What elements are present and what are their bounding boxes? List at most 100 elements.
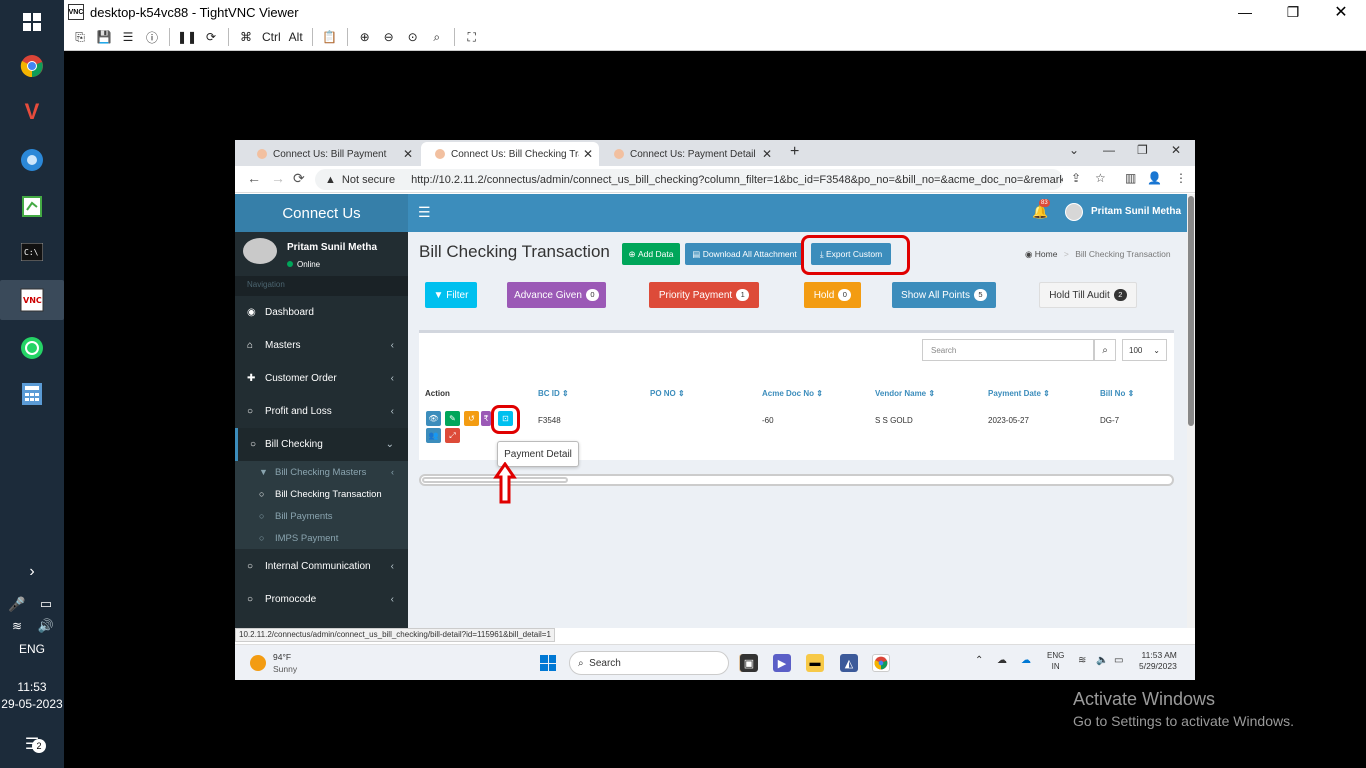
info-icon[interactable]: ⓘ <box>142 27 162 47</box>
rupee-icon[interactable]: ₹ <box>481 411 491 426</box>
tab-close-icon[interactable]: ✕ <box>762 147 772 161</box>
advance-given-button[interactable]: Advance Given 0 <box>507 282 606 308</box>
col-header-po-no[interactable]: PO NO ⇕ <box>650 389 685 398</box>
wifi-icon[interactable]: ≋ <box>6 606 28 646</box>
page-size-select[interactable]: 100 ⌄ <box>1122 339 1167 361</box>
chrome-taskbar-icon[interactable] <box>872 654 890 672</box>
sidebar-sub-bill-payments[interactable]: ○ Bill Payments <box>235 505 408 527</box>
sidepanel-icon[interactable]: ▥ <box>1125 171 1136 185</box>
fullscreen-icon[interactable]: ⛶ <box>462 27 482 47</box>
start-icon[interactable] <box>540 655 556 671</box>
sidebar-item-masters[interactable]: ⌂ Masters ‹ <box>235 329 408 362</box>
edit-icon[interactable]: ✎ <box>445 411 460 426</box>
col-header-payment-date[interactable]: Payment Date ⇕ <box>988 389 1050 398</box>
browser-restore-button[interactable]: ❐ <box>1137 143 1148 157</box>
volume-icon[interactable]: 🔊 <box>34 606 58 646</box>
vlc-app-icon[interactable]: V <box>12 92 52 132</box>
whatsapp-icon[interactable] <box>12 328 52 368</box>
sidebar-item-internal-communication[interactable]: ○ Internal Communication ‹ <box>235 550 408 583</box>
task-view-icon[interactable]: ▣ <box>740 654 758 672</box>
tab-close-icon[interactable]: ✕ <box>403 147 413 161</box>
chrome-icon[interactable] <box>12 46 52 86</box>
weather-temp[interactable]: 94°F <box>273 652 291 662</box>
horizontal-scrollbar[interactable] <box>419 474 1174 486</box>
browser-minimize-button[interactable]: — <box>1103 143 1115 157</box>
refresh-icon[interactable]: ⟳ <box>201 27 221 47</box>
add-data-button[interactable]: ⊕ Add Data <box>622 243 680 265</box>
tab-payment-detail[interactable]: Connect Us: Payment Detail ✕ <box>600 142 778 166</box>
save-icon[interactable]: 💾 <box>94 27 114 47</box>
sidebar-sub-bill-checking-masters[interactable]: ▼ Bill Checking Masters ‹ <box>235 461 408 483</box>
sidebar-item-customer-order[interactable]: ✚ Customer Order ‹ <box>235 362 408 395</box>
ctrl-alt-del-icon[interactable]: ⌘ <box>236 27 256 47</box>
new-tab-button[interactable]: + <box>790 143 799 161</box>
new-connection-icon[interactable]: ⎘ <box>70 27 90 47</box>
pause-icon[interactable]: ❚❚ <box>177 27 197 47</box>
weather-desc[interactable]: Sunny <box>273 664 297 674</box>
close-button[interactable]: ✕ <box>1318 0 1364 24</box>
col-header-vendor-name[interactable]: Vendor Name ⇕ <box>875 389 935 398</box>
search-input[interactable]: Search <box>922 339 1094 361</box>
view-eye-icon[interactable]: 👁 <box>426 411 441 426</box>
search-icon[interactable]: ⌕ <box>1094 339 1116 361</box>
sidebar-item-dashboard[interactable]: ◉ Dashboard <box>235 296 408 329</box>
windows-start-icon[interactable] <box>12 2 52 42</box>
scroll-thumb[interactable] <box>1188 196 1194 426</box>
expand-icon[interactable]: ⤢ <box>445 428 460 443</box>
filter-button[interactable]: ▼ Filter <box>425 282 477 308</box>
battery-icon[interactable]: ▭ <box>1114 655 1123 666</box>
sun-icon[interactable] <box>250 655 266 671</box>
url-bar[interactable]: ▲ Not secure http://10.2.11.2/connectus/… <box>315 169 1063 190</box>
app-icon[interactable]: ◭ <box>840 654 858 672</box>
tab-bill-payment[interactable]: Connect Us: Bill Payment ✕ <box>243 142 419 166</box>
options-icon[interactable]: ☰ <box>118 27 138 47</box>
url-text[interactable]: http://10.2.11.2/connectus/admin/connect… <box>411 174 1063 186</box>
priority-payment-button[interactable]: Priority Payment 1 <box>649 282 759 308</box>
back-icon[interactable]: ← <box>247 170 261 186</box>
wifi-icon[interactable]: ≋ <box>1078 655 1086 666</box>
taskbar-clock[interactable]: 11:53 AM 5/29/2023 <box>1139 650 1177 672</box>
tab-bill-checking[interactable]: Connect Us: Bill Checking Transac ✕ <box>421 142 599 166</box>
sidebar-item-bill-checking[interactable]: ○ Bill Checking ⌄ <box>235 428 408 461</box>
notepad-icon[interactable] <box>12 186 52 226</box>
zoom-out-icon[interactable]: ⊖ <box>379 27 399 47</box>
sidebar-sub-imps-payment[interactable]: ○ IMPS Payment <box>235 527 408 549</box>
zoom-fit-icon[interactable]: ⌕ <box>427 27 447 47</box>
profile-icon[interactable]: 👤 <box>1147 171 1162 185</box>
lang-indicator[interactable]: ENG <box>0 642 64 656</box>
restore-button[interactable]: ❐ <box>1270 0 1316 24</box>
hold-till-audit-button[interactable]: Hold Till Audit 2 <box>1039 282 1137 308</box>
clipboard-icon[interactable]: 📋 <box>320 27 340 47</box>
chevron-up-icon[interactable]: ⌃ <box>975 655 983 666</box>
forward-icon[interactable]: → <box>271 170 285 186</box>
vertical-scrollbar[interactable] <box>1187 194 1195 628</box>
sidebar-item-profit-loss[interactable]: ○ Profit and Loss ‹ <box>235 395 408 428</box>
users-icon[interactable]: 👥 <box>426 428 441 443</box>
taskbar-search[interactable]: ⌕ Search <box>569 651 729 675</box>
breadcrumb-home[interactable]: Home <box>1035 249 1058 259</box>
browser-close-button[interactable]: ✕ <box>1171 143 1181 157</box>
download-all-button[interactable]: ▤ Download All Attachment <box>685 243 804 265</box>
show-all-points-button[interactable]: Show All Points 5 <box>892 282 996 308</box>
ctrl-button[interactable]: Ctrl <box>260 27 283 47</box>
taskbar-lang[interactable]: ENG IN <box>1047 650 1064 672</box>
calculator-icon[interactable] <box>12 374 52 414</box>
col-header-bill-no[interactable]: Bill No ⇕ <box>1100 389 1134 398</box>
teams-icon[interactable]: ▶ <box>773 654 791 672</box>
menu-icon[interactable]: ⋮ <box>1175 171 1187 185</box>
reload-icon[interactable]: ⟳ <box>293 170 305 187</box>
history-icon[interactable]: ↺ <box>464 411 479 426</box>
alt-button[interactable]: Alt <box>287 27 305 47</box>
hamburger-icon[interactable]: ☰ <box>418 204 431 221</box>
file-explorer-icon[interactable]: ▬ <box>806 654 824 672</box>
bookmark-star-icon[interactable]: ☆ <box>1095 171 1106 185</box>
header-user-name[interactable]: Pritam Sunil Metha <box>1091 206 1181 217</box>
share-icon[interactable]: ⇪ <box>1071 171 1081 185</box>
col-header-bc-id[interactable]: BC ID ⇕ <box>538 389 569 398</box>
avatar[interactable] <box>1065 203 1083 221</box>
col-header-acme-doc-no[interactable]: Acme Doc No ⇕ <box>762 389 823 398</box>
tab-close-icon[interactable]: ✕ <box>583 147 593 161</box>
hold-button[interactable]: Hold 0 <box>804 282 861 308</box>
sidebar-item-promocode[interactable]: ○ Promocode ‹ <box>235 583 408 616</box>
edge-icon[interactable] <box>12 140 52 180</box>
